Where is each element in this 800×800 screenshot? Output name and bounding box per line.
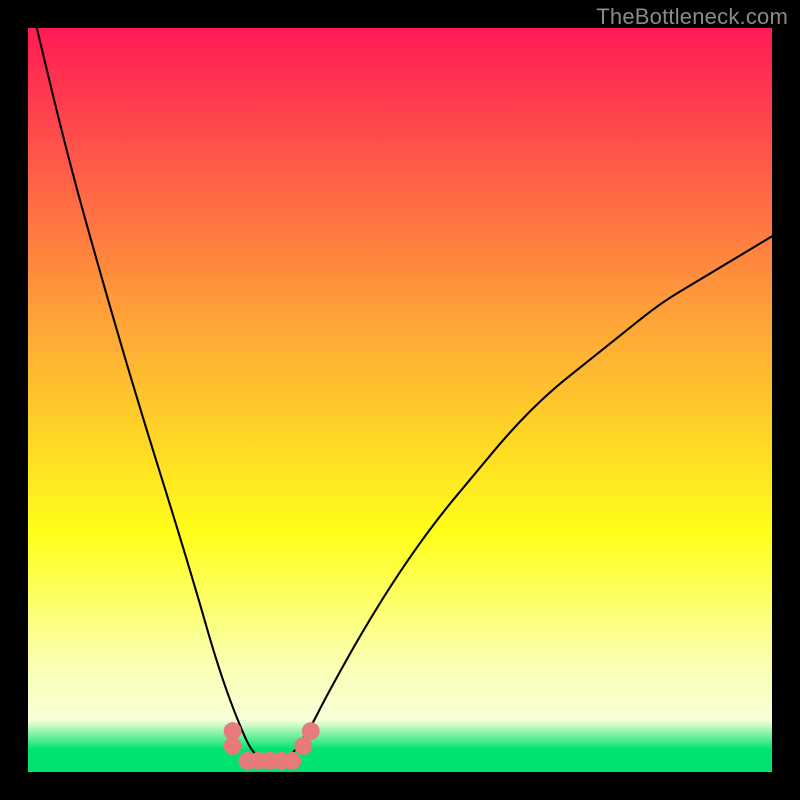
marker-dot [302,722,320,740]
watermark-text: TheBottleneck.com [596,4,788,30]
marker-dot [224,737,242,755]
marker-cluster [224,722,320,770]
bottleneck-curve [28,28,772,761]
plot-area [28,28,772,772]
curve-layer [28,28,772,772]
marker-dot [283,752,301,770]
chart-frame: TheBottleneck.com [0,0,800,800]
